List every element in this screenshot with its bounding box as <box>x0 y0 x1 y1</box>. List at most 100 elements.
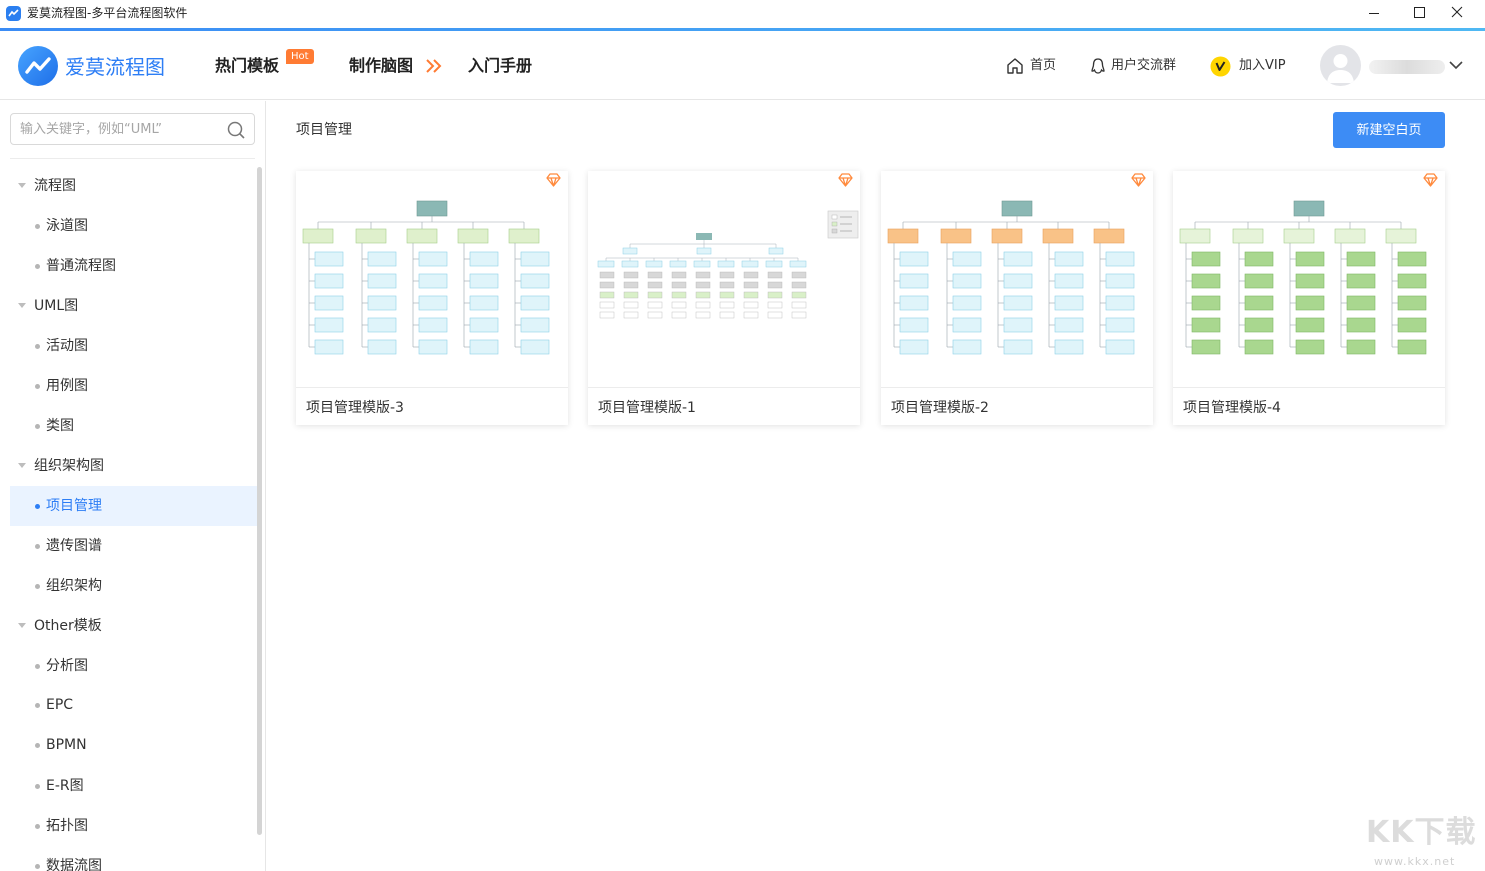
main-content: 项目管理 新建空白页 项目管理模版-3 项目管理模版-1 项目管理模版-2 项目… <box>267 101 1485 871</box>
nav-manual[interactable]: 入门手册 <box>468 55 532 77</box>
bullet-dot <box>35 384 40 389</box>
bullet-dot <box>35 264 40 269</box>
caret-down-icon <box>18 303 26 308</box>
category-org-chart[interactable]: 组织架构图 <box>10 446 258 486</box>
item-label: 用例图 <box>46 378 88 394</box>
sidebar-item-bpmn[interactable]: BPMN <box>10 725 258 765</box>
watermark-url: www.kkx.net <box>1374 855 1456 868</box>
category-flowchart[interactable]: 流程图 <box>10 166 258 206</box>
chevron-down-icon[interactable] <box>1448 59 1464 71</box>
vip-icon <box>1210 56 1231 77</box>
bullet-dot <box>35 743 40 748</box>
wbs-chart-thumbnail <box>597 210 859 319</box>
premium-diamond-icon <box>1423 173 1438 187</box>
close-button[interactable] <box>1439 0 1485 28</box>
search-box[interactable] <box>10 113 255 145</box>
item-label: 普通流程图 <box>46 258 116 274</box>
sidebar-divider <box>10 158 255 159</box>
template-card[interactable]: 项目管理模版-3 <box>296 171 568 425</box>
watermark: KK下载 www.kkx.net <box>1366 815 1484 869</box>
bullet-dot <box>35 584 40 589</box>
search-icon[interactable] <box>226 120 246 140</box>
template-card[interactable]: 项目管理模版-1 <box>588 171 860 425</box>
community-link[interactable]: 用户交流群 <box>1088 56 1184 76</box>
app-header: 爱莫流程图 热门模板 Hot 制作脑图 入门手册 首页 用户交流群 加入VIP <box>0 31 1485 100</box>
bullet-dot <box>35 344 40 349</box>
category-label: Other模板 <box>34 618 102 634</box>
org-chart-thumbnail <box>887 200 1135 355</box>
double-chevron-right-icon <box>426 59 442 73</box>
sidebar-item-genogram[interactable]: 遗传图谱 <box>10 526 258 566</box>
hot-badge: Hot <box>286 49 314 64</box>
community-label: 用户交流群 <box>1111 58 1177 73</box>
vip-label: 加入VIP <box>1239 58 1286 73</box>
bullet-dot <box>35 703 40 708</box>
category-label: UML图 <box>34 298 79 314</box>
bullet-dot <box>35 784 40 789</box>
sidebar-item-activity[interactable]: 活动图 <box>10 326 258 366</box>
item-label: 活动图 <box>46 338 88 354</box>
maximize-icon <box>1414 7 1425 18</box>
avatar[interactable] <box>1320 45 1361 86</box>
item-label: 泳道图 <box>46 218 88 234</box>
template-card[interactable]: 项目管理模版-2 <box>881 171 1153 425</box>
item-label: BPMN <box>46 737 87 753</box>
sidebar-item-epc[interactable]: EPC <box>10 685 258 725</box>
premium-diamond-icon <box>546 173 561 187</box>
vip-link[interactable]: 加入VIP <box>1210 56 1294 77</box>
item-label: 组织架构 <box>46 578 102 594</box>
sidebar: 流程图 泳道图 普通流程图 UML图 活动图 用例图 类图 组织架构图 项目管理… <box>0 101 266 871</box>
org-chart-thumbnail <box>302 200 550 355</box>
section-title: 项目管理 <box>296 122 352 138</box>
logo-text: 爱莫流程图 <box>65 55 165 79</box>
bullet-dot <box>35 424 40 429</box>
sidebar-item-org-structure[interactable]: 组织架构 <box>10 566 258 606</box>
minimize-icon <box>1369 13 1379 14</box>
item-label: 类图 <box>46 418 74 434</box>
nav-hot-templates[interactable]: 热门模板 <box>215 55 279 77</box>
template-thumbnail <box>1173 171 1445 388</box>
title-bar: 爱莫流程图-多平台流程图软件 <box>0 0 1485 28</box>
close-icon <box>1451 6 1463 18</box>
sidebar-item-er[interactable]: E-R图 <box>10 766 258 806</box>
template-thumbnail <box>296 171 568 388</box>
maximize-button[interactable] <box>1396 0 1442 28</box>
item-label: E-R图 <box>46 778 84 794</box>
nav-mindmap[interactable]: 制作脑图 <box>349 55 413 77</box>
item-label: 项目管理 <box>46 498 102 514</box>
sidebar-item-project-management[interactable]: 项目管理 <box>10 486 258 526</box>
template-card[interactable]: 项目管理模版-4 <box>1173 171 1445 425</box>
item-label: EPC <box>46 697 74 713</box>
caret-down-icon <box>18 463 26 468</box>
user-avatar-icon <box>1327 54 1354 83</box>
bullet-dot <box>35 544 40 549</box>
template-title: 项目管理模版-1 <box>598 400 696 416</box>
sidebar-scrollbar[interactable] <box>257 167 262 835</box>
category-uml[interactable]: UML图 <box>10 286 258 326</box>
home-label: 首页 <box>1030 58 1057 73</box>
sidebar-item-topology[interactable]: 拓扑图 <box>10 806 258 846</box>
sidebar-item-class[interactable]: 类图 <box>10 406 258 446</box>
app-icon <box>6 6 21 21</box>
new-blank-page-button[interactable]: 新建空白页 <box>1333 112 1445 148</box>
window-title: 爱莫流程图-多平台流程图软件 <box>27 6 188 20</box>
sidebar-item-dfd[interactable]: 数据流图 <box>10 846 258 871</box>
sidebar-item-analysis[interactable]: 分析图 <box>10 646 258 686</box>
sidebar-item-basic-flowchart[interactable]: 普通流程图 <box>10 246 258 286</box>
sidebar-item-swimlane[interactable]: 泳道图 <box>10 206 258 246</box>
bullet-dot <box>35 664 40 669</box>
sidebar-item-usecase[interactable]: 用例图 <box>10 366 258 406</box>
template-title: 项目管理模版-3 <box>306 400 404 416</box>
home-link[interactable]: 首页 <box>1005 56 1061 76</box>
watermark-logo: KK下载 <box>1366 815 1477 850</box>
logo-icon <box>18 46 58 86</box>
minimize-button[interactable] <box>1351 0 1397 28</box>
premium-diamond-icon <box>838 173 853 187</box>
item-label: 分析图 <box>46 658 88 674</box>
penguin-icon <box>1091 58 1105 74</box>
category-other[interactable]: Other模板 <box>10 606 258 646</box>
home-icon <box>1007 58 1023 74</box>
search-input[interactable] <box>20 120 220 138</box>
template-title: 项目管理模版-2 <box>891 400 989 416</box>
bullet-dot <box>35 224 40 229</box>
